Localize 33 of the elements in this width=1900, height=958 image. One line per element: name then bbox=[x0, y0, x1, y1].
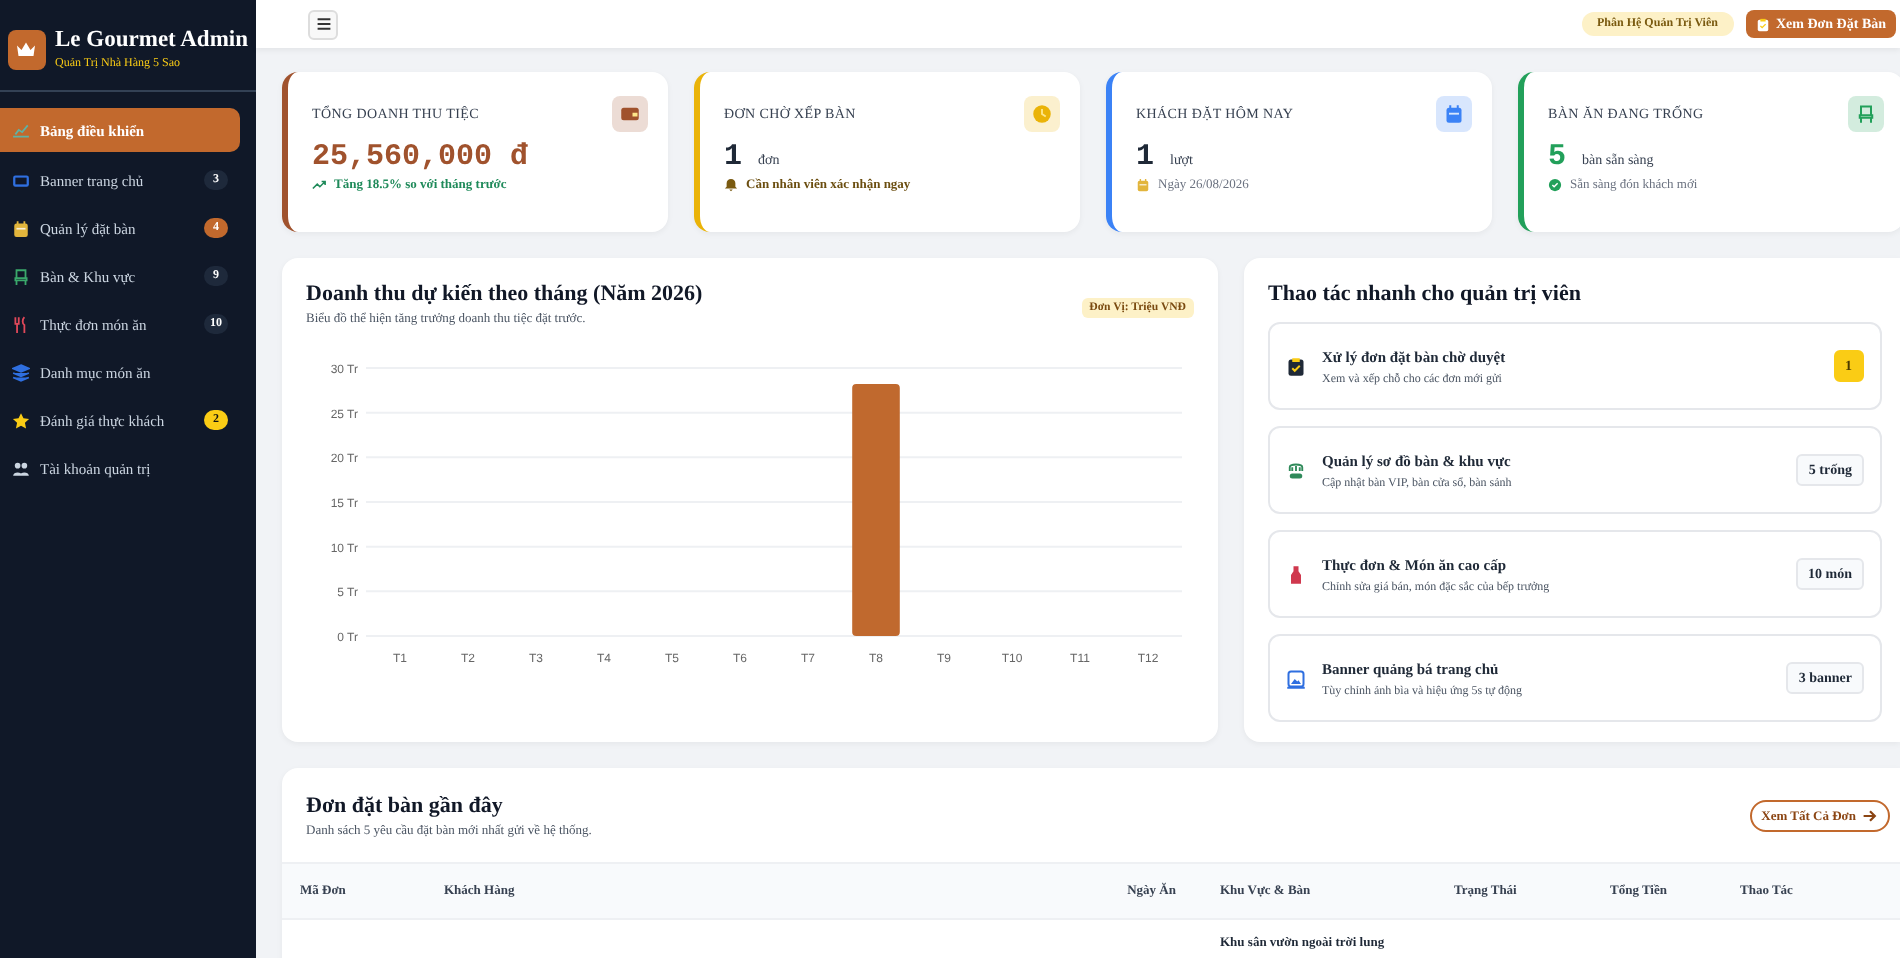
section-title: Đơn đặt bàn gần đây bbox=[306, 794, 505, 818]
app-title: Le Gourmet Admin bbox=[55, 28, 248, 52]
chart-title: Doanh thu dự kiến theo tháng (Năm 2026) bbox=[306, 282, 703, 306]
calendar-icon bbox=[1136, 178, 1150, 192]
bell-icon bbox=[724, 178, 738, 192]
star-icon bbox=[12, 411, 30, 429]
image-icon bbox=[1286, 667, 1306, 689]
chair-icon bbox=[12, 267, 30, 285]
bottle-icon bbox=[1286, 563, 1306, 585]
utensils-icon bbox=[12, 315, 30, 333]
stat-value: 25,560,000 đ bbox=[312, 140, 529, 174]
clipboard-icon bbox=[1286, 355, 1306, 377]
crown-icon bbox=[8, 29, 46, 69]
banner-icon bbox=[12, 171, 30, 189]
clipboard-icon bbox=[1755, 17, 1770, 31]
calendar-icon bbox=[12, 219, 30, 237]
users-icon bbox=[12, 459, 30, 477]
table-icon bbox=[1286, 459, 1306, 481]
chair-icon bbox=[1856, 104, 1876, 124]
stat-value: 1 bbox=[724, 140, 743, 174]
check-icon bbox=[1548, 178, 1562, 192]
stat-value: 1 bbox=[1136, 140, 1155, 174]
stat-value: 5 bbox=[1548, 140, 1567, 174]
trend-icon bbox=[312, 178, 326, 192]
menu-button[interactable] bbox=[308, 9, 338, 39]
clock-icon bbox=[1032, 104, 1052, 124]
section-title: Thao tác nhanh cho quản trị viên bbox=[1268, 282, 1583, 306]
chart-icon bbox=[12, 121, 30, 139]
menu-icon bbox=[315, 16, 331, 32]
layers-icon bbox=[12, 363, 30, 381]
calendar-icon bbox=[1444, 104, 1464, 124]
wallet-icon bbox=[620, 104, 640, 124]
arrow-icon bbox=[1862, 808, 1878, 824]
